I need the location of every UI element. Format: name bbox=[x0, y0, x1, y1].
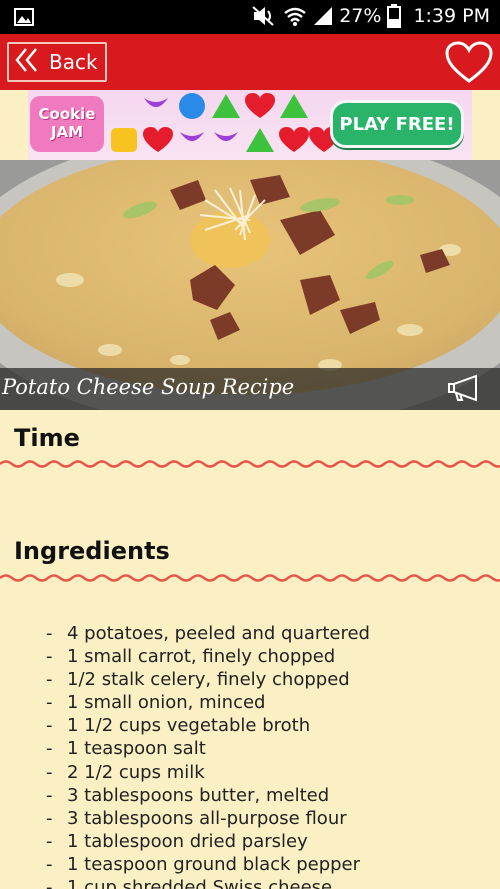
ingredient-text: 1 small onion, minced bbox=[67, 692, 266, 714]
recipe-image: Potato Cheese Soup Recipe bbox=[0, 160, 500, 410]
recipe-title: Potato Cheese Soup Recipe bbox=[2, 375, 295, 399]
candy-icon bbox=[144, 98, 168, 107]
wave-divider bbox=[0, 460, 500, 468]
favorite-button[interactable] bbox=[444, 41, 494, 85]
heart-icon bbox=[444, 41, 494, 89]
list-item: -1 tablespoon dried parsley bbox=[46, 830, 308, 852]
ad-logo: Cookie JAM bbox=[30, 96, 104, 152]
back-label: Back bbox=[49, 50, 98, 74]
list-item: -3 tablespoons butter, melted bbox=[46, 784, 330, 806]
ad-area: Cookie JAM PLAY FREE! bbox=[0, 90, 500, 160]
ingredient-text: 2 1/2 cups milk bbox=[67, 761, 205, 783]
list-item: -1 teaspoon ground black pepper bbox=[46, 853, 361, 875]
list-item: -1/2 stalk celery, finely chopped bbox=[46, 669, 350, 691]
list-item: -2 1/2 cups milk bbox=[46, 761, 205, 783]
list-item: -1 cup shredded Swiss cheese bbox=[46, 876, 370, 889]
ingredient-text: 1 small carrot, finely chopped bbox=[67, 646, 336, 668]
time-heading: Time bbox=[14, 424, 80, 452]
list-item: -1 small onion, minced bbox=[46, 692, 266, 714]
candy-icon bbox=[143, 127, 173, 152]
play-free-button[interactable]: PLAY FREE! bbox=[330, 100, 464, 148]
candy-icon bbox=[212, 94, 240, 118]
battery-icon bbox=[387, 4, 402, 28]
ingredients-list: -4 potatoes, peeled and quartered -1 sma… bbox=[46, 622, 370, 889]
ingredient-text: 1 teaspoon salt bbox=[67, 738, 206, 760]
megaphone-icon[interactable] bbox=[446, 374, 482, 406]
list-item: -4 potatoes, peeled and quartered bbox=[46, 623, 370, 644]
app-bar: Back bbox=[0, 34, 500, 90]
ingredient-text: 1 cup shredded Swiss cheese bbox=[67, 877, 333, 889]
back-button[interactable]: Back bbox=[7, 42, 107, 82]
candy-icon bbox=[279, 127, 309, 152]
ingredients-heading: Ingredients bbox=[14, 537, 170, 565]
candy-icon bbox=[214, 132, 238, 141]
signal-icon bbox=[313, 6, 333, 26]
wifi-icon bbox=[283, 6, 307, 26]
ad-banner[interactable]: Cookie JAM PLAY FREE! bbox=[28, 90, 472, 160]
candy-icon bbox=[245, 93, 275, 118]
ingredient-text: 3 tablespoons butter, melted bbox=[67, 784, 330, 806]
candy-icon bbox=[180, 132, 204, 141]
image-icon bbox=[14, 7, 34, 27]
battery-percent: 27% bbox=[339, 5, 382, 27]
clock: 1:39 PM bbox=[413, 5, 490, 27]
list-item: -1 1/2 cups vegetable broth bbox=[46, 715, 311, 737]
ingredient-text: 4 potatoes, peeled and quartered bbox=[67, 623, 370, 644]
candy-icon bbox=[280, 94, 308, 118]
mute-icon bbox=[251, 5, 277, 27]
ingredient-text: 1 teaspoon ground black pepper bbox=[67, 853, 361, 875]
ingredient-text: 1/2 stalk celery, finely chopped bbox=[67, 669, 350, 691]
list-item: -1 teaspoon salt bbox=[46, 738, 206, 760]
ingredient-text: 3 tablespoons all-purpose flour bbox=[67, 807, 347, 829]
ingredient-text: 1 1/2 cups vegetable broth bbox=[67, 715, 311, 737]
ingredient-text: 1 tablespoon dried parsley bbox=[67, 830, 308, 852]
status-bar: 27% 1:39 PM bbox=[0, 0, 500, 34]
double-chevron-left-icon bbox=[15, 47, 39, 77]
wave-divider bbox=[0, 574, 500, 582]
candy-icon bbox=[179, 93, 205, 119]
candy-icon bbox=[111, 128, 137, 152]
candy-icon bbox=[246, 128, 274, 152]
list-item: -1 small carrot, finely chopped bbox=[46, 646, 336, 668]
list-item: -3 tablespoons all-purpose flour bbox=[46, 807, 347, 829]
title-bar: Potato Cheese Soup Recipe bbox=[0, 368, 500, 410]
